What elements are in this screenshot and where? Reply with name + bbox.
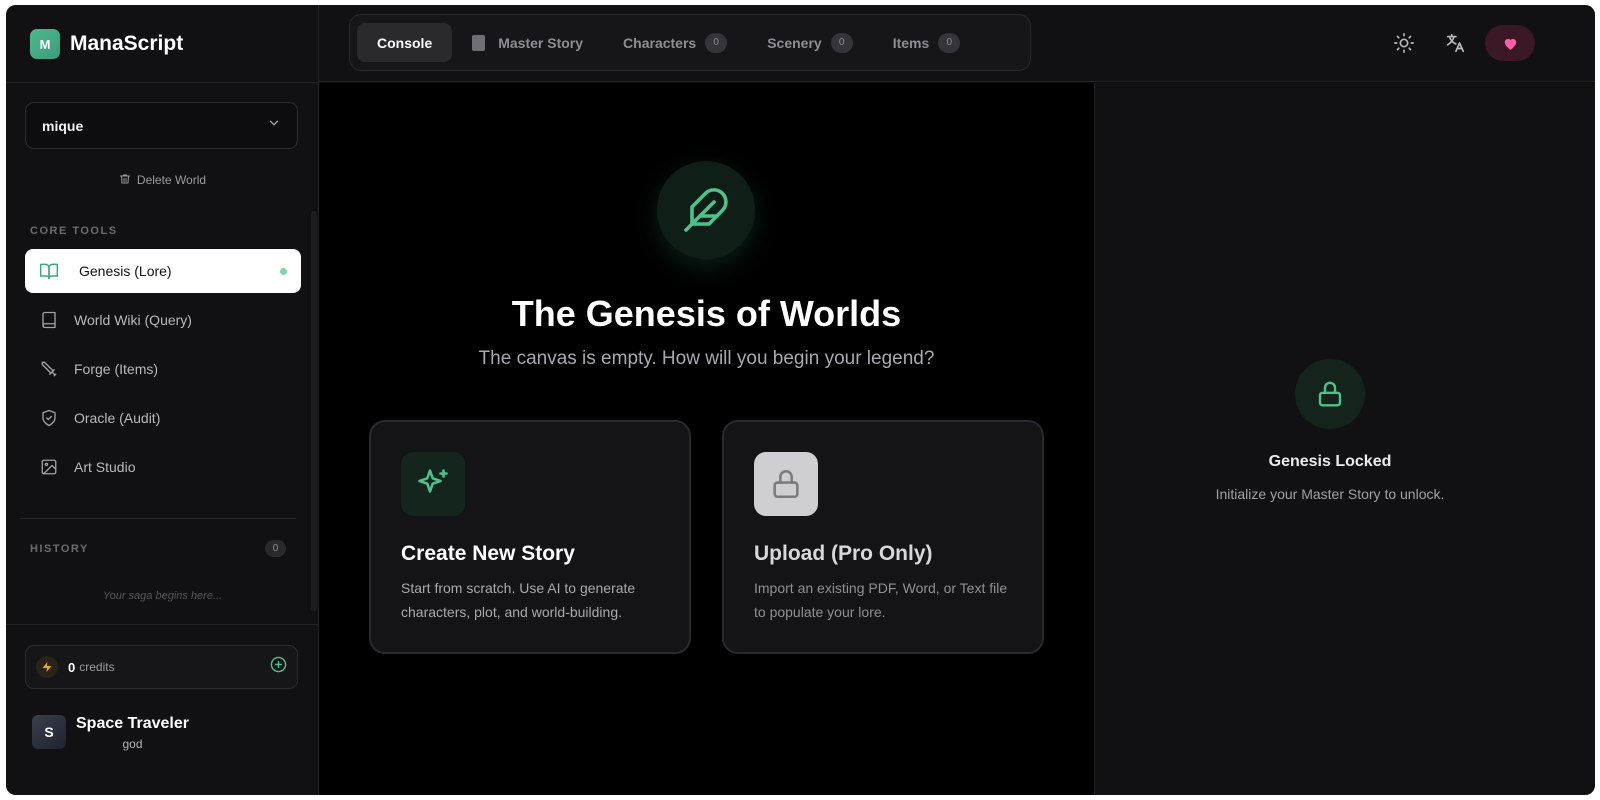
user-profile[interactable]: S Space Traveler god — [32, 715, 189, 751]
card-title: Upload (Pro Only) — [754, 542, 933, 565]
card-description: Import an existing PDF, Word, or Text fi… — [754, 580, 1008, 620]
sidebar-item-genesis[interactable]: Genesis (Lore) — [25, 249, 301, 293]
genesis-locked-panel: Genesis Locked Initialize your Master St… — [1094, 83, 1595, 795]
upload-story-card[interactable]: Upload (Pro Only) Import an existing PDF… — [722, 420, 1044, 654]
sidebar-scrollbar[interactable] — [311, 211, 317, 611]
tab-label: Console — [377, 34, 433, 51]
app-window: M ManaScript mique Delete World CORE TOO… — [6, 5, 1595, 795]
lock-icon — [1295, 359, 1365, 429]
tab-bar: Console Master Story Characters 0 Scener… — [349, 14, 1031, 71]
sidebar-item-label: Oracle (Audit) — [74, 410, 161, 426]
sidebar-item-label: Forge (Items) — [74, 361, 159, 377]
support-heart-button[interactable] — [1485, 25, 1535, 61]
count-badge: 0 — [705, 32, 728, 53]
tab-items[interactable]: Items 0 — [873, 23, 981, 62]
credits-panel: 0 credits — [25, 645, 298, 689]
active-indicator-dot — [280, 268, 287, 275]
heart-icon — [1504, 38, 1516, 50]
brand[interactable]: M ManaScript — [30, 29, 183, 59]
feather-icon — [657, 161, 755, 259]
tab-scenery[interactable]: Scenery 0 — [747, 23, 872, 62]
sidebar-item-art-studio[interactable]: Art Studio — [25, 445, 301, 489]
divider — [6, 82, 319, 83]
book-icon — [39, 310, 59, 330]
history-count-badge: 0 — [265, 540, 286, 557]
sun-icon — [1394, 33, 1414, 53]
sidebar-item-label: Genesis (Lore) — [79, 263, 172, 279]
brand-name: ManaScript — [70, 32, 184, 55]
sidebar: M ManaScript mique Delete World CORE TOO… — [6, 5, 319, 795]
tab-label: Scenery — [767, 34, 822, 51]
avatar: S — [32, 715, 66, 749]
divider — [20, 518, 296, 519]
theme-toggle-button[interactable] — [1390, 29, 1418, 57]
user-name: Space Traveler — [76, 715, 189, 732]
locked-title: Genesis Locked — [1268, 453, 1392, 470]
book-open-icon — [39, 261, 59, 281]
core-tools-heading: CORE TOOLS — [30, 225, 118, 237]
create-new-story-card[interactable]: Create New Story Start from scratch. Use… — [369, 420, 691, 654]
tab-label: Characters — [623, 34, 697, 51]
delete-world-button[interactable]: Delete World — [6, 171, 319, 189]
delete-world-label: Delete World — [136, 173, 207, 187]
sidebar-item-forge[interactable]: Forge (Items) — [25, 347, 301, 391]
card-title: Create New Story — [401, 542, 575, 565]
credits-label: credits — [79, 660, 115, 674]
tab-characters[interactable]: Characters 0 — [603, 23, 747, 62]
add-credits-button[interactable] — [270, 656, 287, 678]
card-description: Start from scratch. Use AI to generate c… — [401, 580, 636, 620]
trash-icon — [119, 173, 137, 188]
sparkles-icon — [401, 452, 465, 516]
tab-label: Master Story — [498, 34, 584, 51]
sidebar-item-oracle[interactable]: Oracle (Audit) — [25, 396, 301, 440]
bolt-icon — [36, 656, 58, 678]
world-select[interactable]: mique — [25, 102, 298, 149]
lock-icon — [754, 452, 818, 516]
world-select-value: mique — [42, 117, 84, 134]
sidebar-item-label: World Wiki (Query) — [74, 312, 192, 328]
language-button[interactable] — [1441, 29, 1469, 57]
tab-console[interactable]: Console — [357, 23, 453, 62]
sidebar-item-label: Art Studio — [74, 459, 136, 475]
user-role: god — [122, 737, 143, 751]
plus-circle-icon — [270, 656, 287, 673]
main-content: The Genesis of Worlds The canvas is empt… — [319, 83, 1094, 795]
page-title: The Genesis of Worlds — [511, 293, 902, 334]
count-badge: 0 — [938, 32, 961, 53]
divider — [6, 624, 319, 625]
tab-master-story[interactable]: Master Story — [452, 23, 603, 62]
brand-logo: M — [30, 29, 60, 59]
credits-value: 0 — [68, 659, 76, 675]
top-bar: Console Master Story Characters 0 Scener… — [319, 5, 1595, 82]
sidebar-item-world-wiki[interactable]: World Wiki (Query) — [25, 298, 301, 342]
history-empty-text: Your saga begins here... — [102, 590, 223, 602]
tab-label: Items — [892, 34, 930, 51]
count-badge: 0 — [830, 32, 853, 53]
translate-icon — [1446, 33, 1465, 53]
page-subtitle: The canvas is empty. How will you begin … — [478, 348, 935, 369]
chevron-down-icon — [267, 116, 281, 135]
document-icon — [472, 34, 486, 51]
history-heading: HISTORY — [30, 543, 89, 555]
sword-icon — [39, 359, 59, 379]
image-icon — [39, 457, 59, 477]
locked-subtitle: Initialize your Master Story to unlock. — [1215, 486, 1445, 502]
shield-icon — [39, 408, 59, 428]
